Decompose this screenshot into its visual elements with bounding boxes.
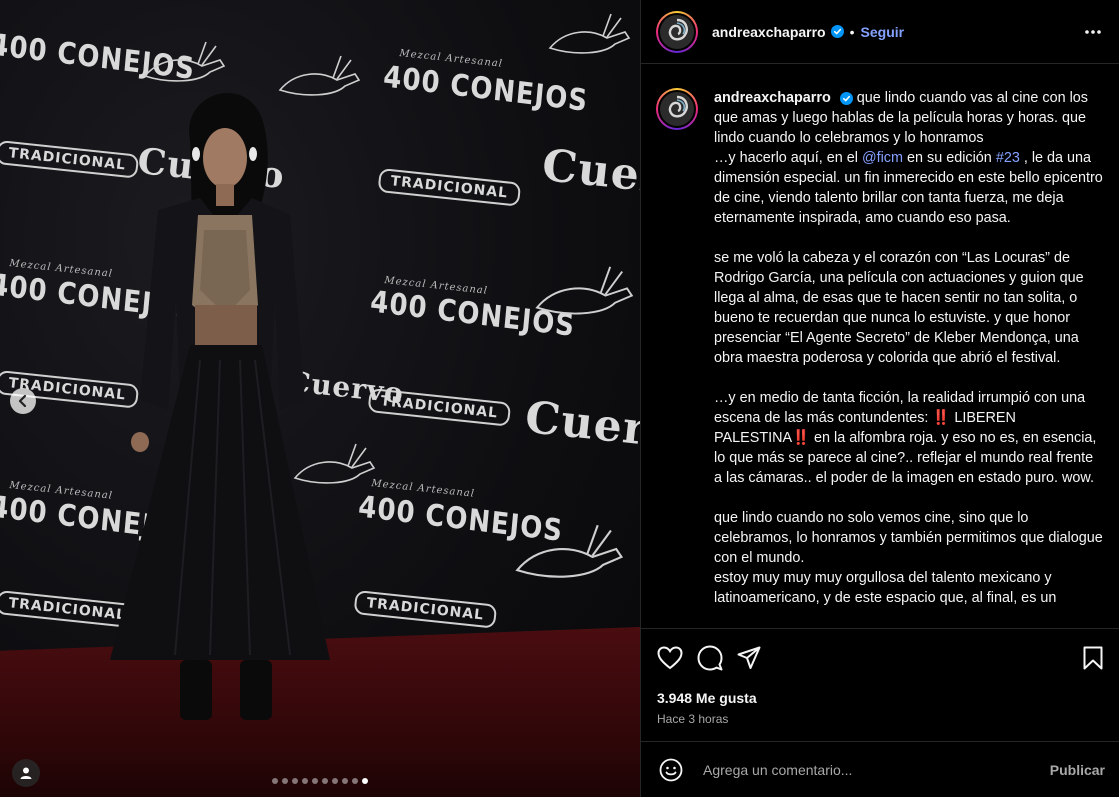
post-media[interactable]: 400 CONEJOS Mezcal Artesanal 400 CONEJOS…	[0, 0, 640, 797]
carousel-dot	[302, 778, 308, 784]
rabbit-illustration	[535, 266, 634, 315]
caption-paragraph-4: que lindo cuando no solo vemos cine, sin…	[714, 510, 1103, 566]
post-header: andreaxchaparro • Seguir	[641, 0, 1119, 64]
comment-bubble-icon	[697, 645, 723, 671]
caption-text: andreaxchaparro que lindo cuando vas al …	[714, 88, 1103, 608]
likes-count[interactable]: 3.948 Me gusta	[657, 690, 1103, 706]
caption-username[interactable]: andreaxchaparro	[714, 90, 831, 106]
header-separator: •	[849, 23, 855, 40]
avatar-image	[660, 92, 694, 126]
mention-link[interactable]: @ficm	[862, 150, 903, 166]
smiley-icon	[659, 758, 683, 781]
caption-paragraph-1-mid: en su edición	[903, 150, 996, 166]
carousel-previous-button[interactable]	[10, 388, 36, 414]
carousel-dot	[342, 778, 348, 784]
caption-paragraph-5: estoy muy muy muy orgullosa del talento …	[714, 570, 1057, 606]
heart-icon	[657, 646, 683, 670]
share-button[interactable]	[737, 638, 777, 678]
comment-button[interactable]	[697, 638, 737, 678]
carousel-dot	[312, 778, 318, 784]
comment-input[interactable]	[703, 761, 1040, 778]
post-timestamp[interactable]: Hace 3 horas	[657, 712, 1103, 726]
carousel-dot	[362, 778, 368, 784]
verified-badge-icon	[839, 91, 853, 105]
carousel-dot	[272, 778, 278, 784]
carousel-dot	[352, 778, 358, 784]
carousel-dot	[332, 778, 338, 784]
like-button[interactable]	[657, 638, 697, 678]
bookmark-icon	[1083, 646, 1103, 670]
hashtag-link[interactable]: #23	[996, 150, 1020, 166]
chevron-left-icon	[18, 394, 27, 408]
double-exclamation-emoji: ‼️	[932, 410, 951, 426]
caption-paragraph-1-start: …y hacerlo aquí, en el	[714, 150, 862, 166]
rabbit-illustration	[515, 524, 624, 578]
save-button[interactable]	[1063, 638, 1103, 678]
rabbit-illustration	[548, 13, 631, 54]
more-options-button[interactable]	[1083, 22, 1103, 42]
caption-comment: andreaxchaparro que lindo cuando vas al …	[656, 88, 1103, 608]
carousel-indicator	[0, 778, 640, 784]
avatar-image	[660, 14, 694, 49]
carousel-dot	[292, 778, 298, 784]
post-actions: 3.948 Me gusta Hace 3 horas	[641, 628, 1119, 726]
double-exclamation-emoji: ‼️	[792, 430, 811, 446]
post-details-panel: andreaxchaparro • Seguir andreaxchaparro…	[640, 0, 1119, 797]
caption-paragraph-3-start: …y en medio de tanta ficción, la realida…	[714, 390, 1086, 426]
caption-paragraph-2: se me voló la cabeza y el corazón con “L…	[714, 250, 1084, 366]
emoji-picker-button[interactable]	[659, 757, 685, 783]
verified-badge-icon	[830, 25, 844, 38]
carousel-dot	[282, 778, 288, 784]
header-username[interactable]: andreaxchaparro	[712, 24, 826, 40]
caption-scroll-area[interactable]: andreaxchaparro que lindo cuando vas al …	[641, 65, 1119, 627]
avatar[interactable]	[656, 10, 698, 53]
carousel-dot	[322, 778, 328, 784]
publish-button[interactable]: Publicar	[1050, 762, 1105, 778]
avatar[interactable]	[656, 88, 698, 130]
more-horizontal-icon	[1085, 29, 1101, 34]
follow-button[interactable]: Seguir	[861, 24, 905, 40]
add-comment-bar: Publicar	[641, 741, 1119, 797]
person-figure	[110, 92, 330, 720]
send-icon	[737, 646, 761, 669]
